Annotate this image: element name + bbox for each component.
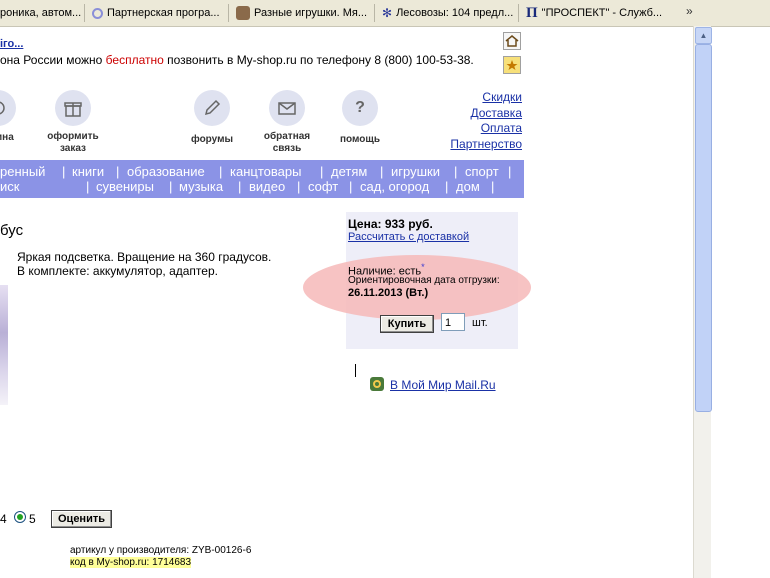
bookmark-label: Партнерская програ... — [107, 7, 220, 19]
home-icon[interactable] — [503, 32, 521, 50]
pi-icon: Π — [526, 4, 538, 21]
scroll-thumb[interactable] — [695, 44, 712, 412]
bookmark-separator — [228, 4, 229, 22]
bookmark-1[interactable]: роника, автом... — [0, 6, 81, 20]
discounts-link[interactable]: Скидки — [482, 90, 522, 104]
bookmark-label: "ПРОСПЕКТ" - Служб... — [541, 7, 663, 19]
category-nav: ренный иск | книги | образование | канцт… — [0, 160, 524, 198]
bookmark-label: Разные игрушки. Мя... — [254, 7, 367, 19]
nav-extended-search-2[interactable]: иск — [0, 179, 19, 194]
chevron-more-icon[interactable]: » — [686, 4, 693, 18]
scroll-up-arrow-icon[interactable]: ▲ — [695, 27, 712, 44]
rating-value-5[interactable]: 5 — [29, 512, 36, 526]
cart-label[interactable]: ина — [0, 132, 14, 144]
bookmark-label: Лесовозы: 104 предл... — [396, 7, 514, 19]
quantity-input[interactable]: 1 — [441, 313, 465, 331]
bookmark-separator — [518, 4, 519, 22]
bookmark-5[interactable]: Π "ПРОСПЕКТ" - Служб... — [526, 4, 663, 21]
nav-music[interactable]: музыка — [179, 179, 223, 194]
side-links: Скидки Доставка Оплата Партнерство — [440, 90, 522, 152]
notice-prefix: она России можно — [0, 53, 106, 67]
feedback-label-line1: обратная — [263, 131, 311, 142]
help-glyph: ? — [355, 99, 365, 116]
nav-books[interactable]: книги — [72, 164, 104, 179]
envelope-icon[interactable] — [269, 90, 305, 126]
product-image[interactable] — [0, 285, 8, 405]
desc-line-1: Яркая подсветка. Вращение на 360 градусо… — [17, 250, 272, 264]
buy-button[interactable]: Купить — [380, 315, 434, 333]
rating-value-4[interactable]: 4 — [0, 512, 7, 526]
nav-software[interactable]: софт — [308, 179, 338, 194]
nav-souvenirs[interactable]: сувениры — [96, 179, 154, 194]
quantity-unit: шт. — [472, 317, 488, 329]
vertical-scrollbar[interactable]: ▲ — [693, 26, 712, 578]
nav-stationery[interactable]: канцтовары — [230, 164, 301, 179]
bookmark-2[interactable]: Партнерская програ... — [92, 6, 220, 20]
help-label[interactable]: помощь — [333, 134, 387, 146]
gift-icon[interactable] — [55, 90, 91, 126]
order-label[interactable]: оформить заказ — [40, 131, 106, 155]
cart-icon[interactable] — [0, 90, 16, 126]
bookmark-label: роника, автом... — [0, 7, 82, 19]
delivery-link[interactable]: Доставка — [470, 106, 522, 120]
nav-home[interactable]: дом — [456, 179, 480, 194]
site-title-link[interactable]: іго... — [0, 38, 23, 50]
rating-radio-5[interactable] — [14, 511, 26, 523]
order-label-line2: заказ — [59, 143, 87, 154]
nav-sport[interactable]: спорт — [465, 164, 499, 179]
nav-garden[interactable]: сад, огород — [360, 179, 429, 194]
bookmarks-bar: роника, автом... Партнерская програ... Р… — [0, 0, 770, 27]
product-description: Яркая подсветка. Вращение на 360 градусо… — [17, 250, 271, 278]
moimir-link[interactable]: В Мой Мир Mail.Ru — [390, 378, 496, 392]
manufacturer-article: артикул у производителя: ZYB-00126-6 — [70, 545, 252, 556]
price: Цена: 933 руб. — [348, 217, 433, 231]
payment-link[interactable]: Оплата — [481, 121, 522, 135]
bookmark-separator — [374, 4, 375, 22]
nav-video[interactable]: видео — [249, 179, 285, 194]
forums-label[interactable]: форумы — [185, 134, 239, 146]
bookmark-3[interactable]: Разные игрушки. Мя... — [236, 6, 367, 20]
circle-icon — [92, 7, 103, 19]
shop-code: код в My-shop.ru: 1714683 — [70, 557, 192, 568]
order-label-line1: оформить — [47, 131, 99, 142]
desc-line-2: В комплекте: аккумулятор, адаптер. — [17, 264, 218, 278]
gear-icon: ✻ — [382, 6, 393, 20]
pencil-icon[interactable] — [194, 90, 230, 126]
notice-free: бесплатно — [105, 53, 164, 67]
nav-toys[interactable]: игрушки — [391, 164, 440, 179]
ship-date: 26.11.2013 (Вт.) — [348, 287, 429, 299]
partnership-link[interactable]: Партнерство — [450, 137, 522, 151]
help-icon[interactable]: ? — [342, 90, 378, 126]
bookmark-separator — [84, 4, 85, 22]
nav-extended-search-1[interactable]: ренный — [0, 164, 45, 179]
nav-education[interactable]: образование — [127, 164, 205, 179]
product-title: бус — [0, 222, 24, 239]
notice-suffix: позвонить в My-shop.ru по телефону 8 (80… — [163, 53, 474, 67]
bookmark-4[interactable]: ✻ Лесовозы: 104 предл... — [382, 6, 513, 20]
nav-kids[interactable]: детям — [331, 164, 367, 179]
text-cursor — [355, 364, 356, 377]
feedback-label[interactable]: обратная связь — [255, 131, 319, 155]
ship-label: Ориентировочная дата отгрузки: — [348, 275, 500, 286]
favorites-icon[interactable] — [503, 56, 521, 74]
calc-delivery-link[interactable]: Рассчитать с доставкой — [348, 231, 469, 243]
availability-asterisk: * — [421, 262, 425, 272]
moimir-icon[interactable] — [370, 377, 384, 391]
toy-icon — [236, 6, 250, 20]
rate-button[interactable]: Оценить — [51, 510, 112, 528]
feedback-label-line2: связь — [272, 143, 302, 154]
free-call-notice: она России можно бесплатно позвонить в M… — [0, 53, 474, 67]
